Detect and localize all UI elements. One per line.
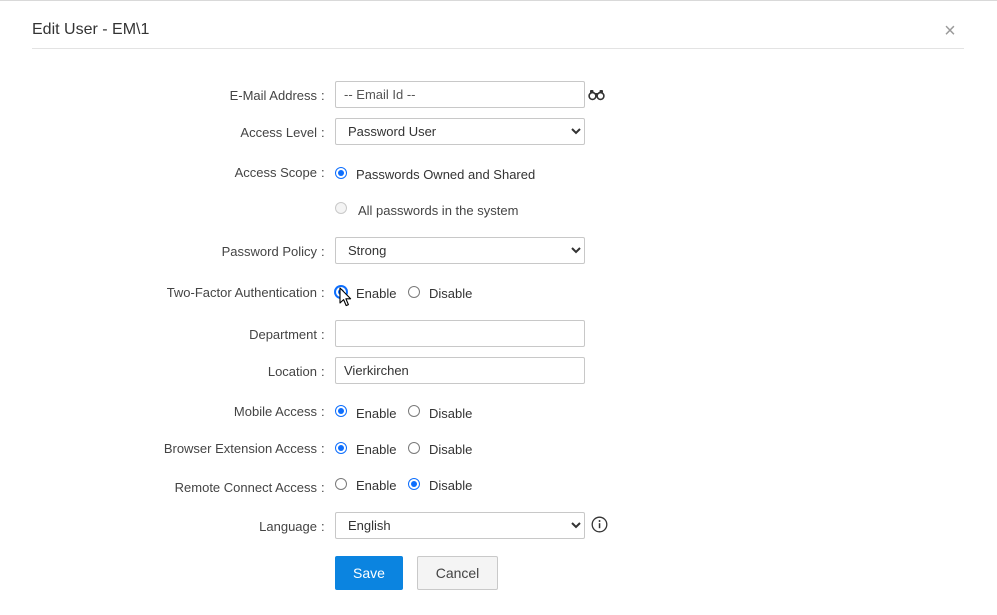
access-level-select[interactable]: Password User xyxy=(335,118,585,145)
location-label: Location xyxy=(267,364,317,379)
password-policy-label: Password Policy xyxy=(221,244,317,259)
department-row: Department : xyxy=(0,320,997,348)
location-input[interactable] xyxy=(335,357,585,384)
info-icon[interactable] xyxy=(591,516,608,538)
access-level-colon: : xyxy=(321,125,325,140)
browser-extension-colon: : xyxy=(321,441,325,456)
two-factor-row: Two-Factor Authentication : Enable Disab… xyxy=(0,278,997,306)
remote-connect-disable-label: Disable xyxy=(429,478,473,493)
title-divider xyxy=(32,48,964,49)
two-factor-label: Two-Factor Authentication xyxy=(166,285,317,300)
remote-connect-colon: : xyxy=(321,480,325,495)
scope-owned-shared-radio[interactable] xyxy=(335,167,347,179)
access-scope-colon: : xyxy=(321,165,325,180)
remote-connect-enable-label: Enable xyxy=(356,478,397,493)
scope-owned-shared-label: Passwords Owned and Shared xyxy=(356,167,536,182)
language-row: Language : English xyxy=(0,512,997,540)
department-label: Department xyxy=(249,327,317,342)
mobile-access-row: Mobile Access : Enable Disable xyxy=(0,397,997,425)
scope-all-passwords-radio xyxy=(335,202,347,214)
binoculars-icon[interactable] xyxy=(588,88,605,106)
two-factor-disable-radio[interactable] xyxy=(408,286,420,298)
password-policy-row: Password Policy : Strong xyxy=(0,237,997,265)
access-scope-label: Access Scope xyxy=(234,165,317,180)
language-label: Language xyxy=(259,519,317,534)
language-select[interactable]: English xyxy=(335,512,585,539)
scope-all-passwords-label: All passwords in the system xyxy=(358,203,519,218)
browser-extension-enable-label: Enable xyxy=(356,442,397,457)
email-input[interactable] xyxy=(335,81,585,108)
two-factor-enable-radio[interactable] xyxy=(335,286,347,298)
remote-connect-enable-radio[interactable] xyxy=(335,478,347,490)
browser-extension-row: Browser Extension Access : Enable Disabl… xyxy=(0,434,997,462)
dialog-title: Edit User - EM\1 xyxy=(32,21,150,38)
password-policy-colon: : xyxy=(321,244,325,259)
access-scope-row: Access Scope : Passwords Owned and Share… xyxy=(0,158,997,186)
mobile-access-label: Mobile Access xyxy=(233,404,317,419)
browser-extension-disable-radio[interactable] xyxy=(408,442,420,454)
mobile-access-disable-radio[interactable] xyxy=(408,405,420,417)
mobile-access-disable-label: Disable xyxy=(429,406,473,421)
access-level-row: Access Level : Password User xyxy=(0,118,997,146)
access-level-label: Access Level xyxy=(240,125,317,140)
edit-user-dialog: Edit User - EM\1 × E-Mail Address : Acce… xyxy=(0,0,997,615)
remote-connect-row: Remote Connect Access : Enable Disable xyxy=(0,473,997,501)
browser-extension-label: Browser Extension Access xyxy=(163,441,317,456)
email-label: E-Mail Address xyxy=(229,88,317,103)
two-factor-disable-label: Disable xyxy=(429,286,473,301)
email-row: E-Mail Address : xyxy=(0,81,997,109)
mobile-access-enable-label: Enable xyxy=(356,406,397,421)
close-icon[interactable]: × xyxy=(940,21,960,41)
password-policy-select[interactable]: Strong xyxy=(335,237,585,264)
remote-connect-disable-radio[interactable] xyxy=(408,478,420,490)
language-colon: : xyxy=(321,519,325,534)
browser-extension-disable-label: Disable xyxy=(429,442,473,457)
remote-connect-label: Remote Connect Access xyxy=(174,480,317,495)
two-factor-colon: : xyxy=(321,285,325,300)
cancel-button[interactable]: Cancel xyxy=(417,556,498,590)
mobile-access-colon: : xyxy=(321,404,325,419)
mobile-access-enable-radio[interactable] xyxy=(335,405,347,417)
email-colon: : xyxy=(321,88,325,103)
access-scope-row-2: All passwords in the system xyxy=(0,194,997,222)
location-colon: : xyxy=(321,364,325,379)
location-row: Location : xyxy=(0,357,997,385)
browser-extension-enable-radio[interactable] xyxy=(335,442,347,454)
department-colon: : xyxy=(321,327,325,342)
department-input[interactable] xyxy=(335,320,585,347)
two-factor-enable-label: Enable xyxy=(356,286,397,301)
save-button[interactable]: Save xyxy=(335,556,403,590)
